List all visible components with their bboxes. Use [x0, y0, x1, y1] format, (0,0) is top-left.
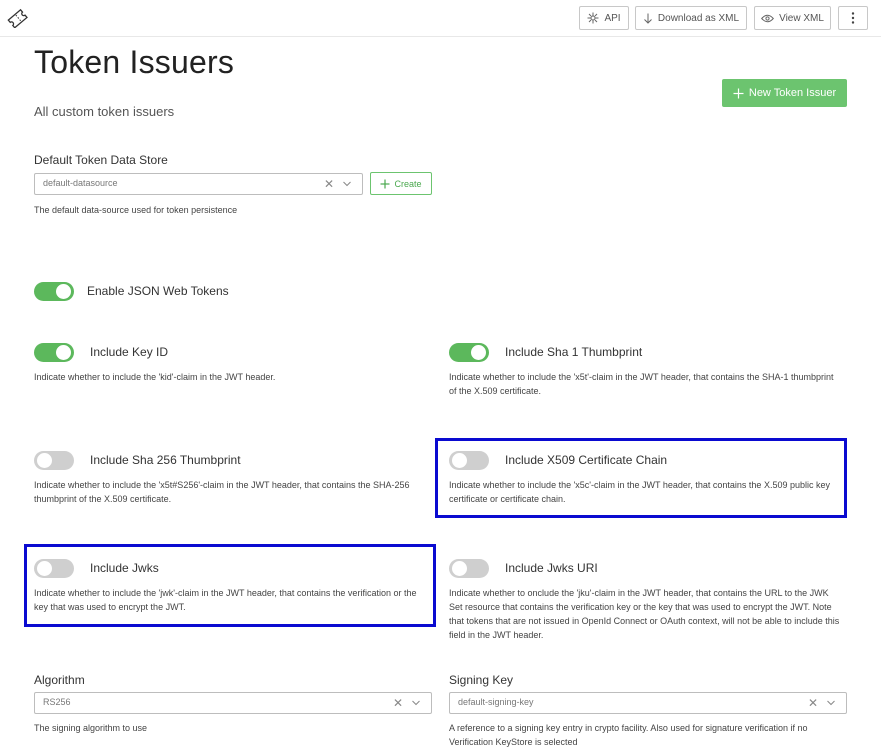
- datastore-value: default-datasource: [43, 178, 118, 188]
- sha1-help: Indicate whether to include the 'x5t'-cl…: [449, 372, 834, 396]
- sha256-label: Include Sha 256 Thumbprint: [90, 453, 241, 467]
- enable-jwt-toggle[interactable]: [34, 282, 74, 301]
- sha256-toggle[interactable]: [34, 451, 74, 470]
- signing-key-select[interactable]: default-signing-key ✕: [449, 692, 847, 714]
- toggle-knob: [471, 345, 486, 360]
- algorithm-help: The signing algorithm to use: [34, 723, 148, 733]
- jwks-uri-label: Include Jwks URI: [505, 561, 598, 575]
- sha256-help: Indicate whether to include the 'x5t#S25…: [34, 480, 410, 504]
- ticket-icon[interactable]: [6, 8, 28, 29]
- key-id-toggle[interactable]: [34, 343, 74, 362]
- toggle-knob: [37, 453, 52, 468]
- signing-key-value: default-signing-key: [458, 697, 534, 707]
- toggle-knob: [452, 561, 467, 576]
- clear-icon[interactable]: ✕: [324, 177, 334, 191]
- algorithm-select[interactable]: RS256 ✕: [34, 692, 432, 714]
- x509-toggle[interactable]: [449, 451, 489, 470]
- plus-icon: [733, 88, 744, 98]
- page-subtitle: All custom token issuers: [34, 104, 175, 119]
- toggle-knob: [56, 345, 71, 360]
- more-menu-button[interactable]: [838, 6, 868, 30]
- x509-label: Include X509 Certificate Chain: [505, 453, 668, 467]
- chevron-down-icon[interactable]: [342, 179, 352, 189]
- view-xml-button[interactable]: View XML: [754, 6, 831, 30]
- x509-help: Indicate whether to include the 'x5c'-cl…: [449, 480, 830, 504]
- download-xml-button[interactable]: Download as XML: [635, 6, 747, 30]
- key-id-label: Include Key ID: [90, 345, 169, 359]
- view-label: View XML: [779, 12, 824, 24]
- toggle-knob: [37, 561, 52, 576]
- toggle-knob: [452, 453, 467, 468]
- datastore-label: Default Token Data Store: [34, 153, 168, 167]
- download-icon: [644, 13, 652, 24]
- datastore-select[interactable]: default-datasource ✕: [34, 173, 363, 195]
- download-label: Download as XML: [657, 12, 740, 24]
- datastore-help: The default data-source used for token p…: [34, 205, 238, 215]
- sha1-toggle[interactable]: [449, 343, 489, 362]
- algorithm-value: RS256: [43, 697, 71, 707]
- signing-key-help: A reference to a signing key entry in cr…: [449, 723, 808, 747]
- jwks-uri-toggle[interactable]: [449, 559, 489, 578]
- algorithm-label: Algorithm: [34, 673, 85, 687]
- signing-key-label: Signing Key: [449, 673, 514, 687]
- plus-icon: [380, 179, 390, 188]
- jwks-label: Include Jwks: [90, 561, 159, 575]
- jwks-toggle[interactable]: [34, 559, 74, 578]
- jwks-help: Indicate whether to include the 'jwk'-cl…: [34, 588, 417, 612]
- key-id-help: Indicate whether to include the 'kid'-cl…: [34, 372, 276, 382]
- create-label: Create: [394, 178, 422, 189]
- api-button[interactable]: API: [579, 6, 629, 30]
- page-title: Token Issuers: [34, 44, 235, 80]
- new-token-issuer-button[interactable]: New Token Issuer: [722, 79, 847, 107]
- clear-icon[interactable]: ✕: [808, 696, 818, 710]
- eye-icon: [761, 14, 775, 22]
- top-bar: API Download as XML View XML: [0, 0, 881, 37]
- clear-icon[interactable]: ✕: [393, 696, 403, 710]
- create-datastore-button[interactable]: Create: [370, 172, 432, 195]
- sha1-label: Include Sha 1 Thumbprint: [505, 345, 643, 359]
- enable-jwt-label: Enable JSON Web Tokens: [87, 284, 229, 298]
- api-label: API: [604, 12, 621, 24]
- api-icon: [587, 12, 599, 24]
- chevron-down-icon[interactable]: [826, 698, 836, 708]
- more-vertical-icon: [851, 12, 855, 24]
- chevron-down-icon[interactable]: [411, 698, 421, 708]
- jwks-uri-help: Indicate whether to onclude the 'jku'-cl…: [449, 588, 840, 640]
- toggle-knob: [56, 284, 71, 299]
- new-token-issuer-label: New Token Issuer: [748, 87, 837, 99]
